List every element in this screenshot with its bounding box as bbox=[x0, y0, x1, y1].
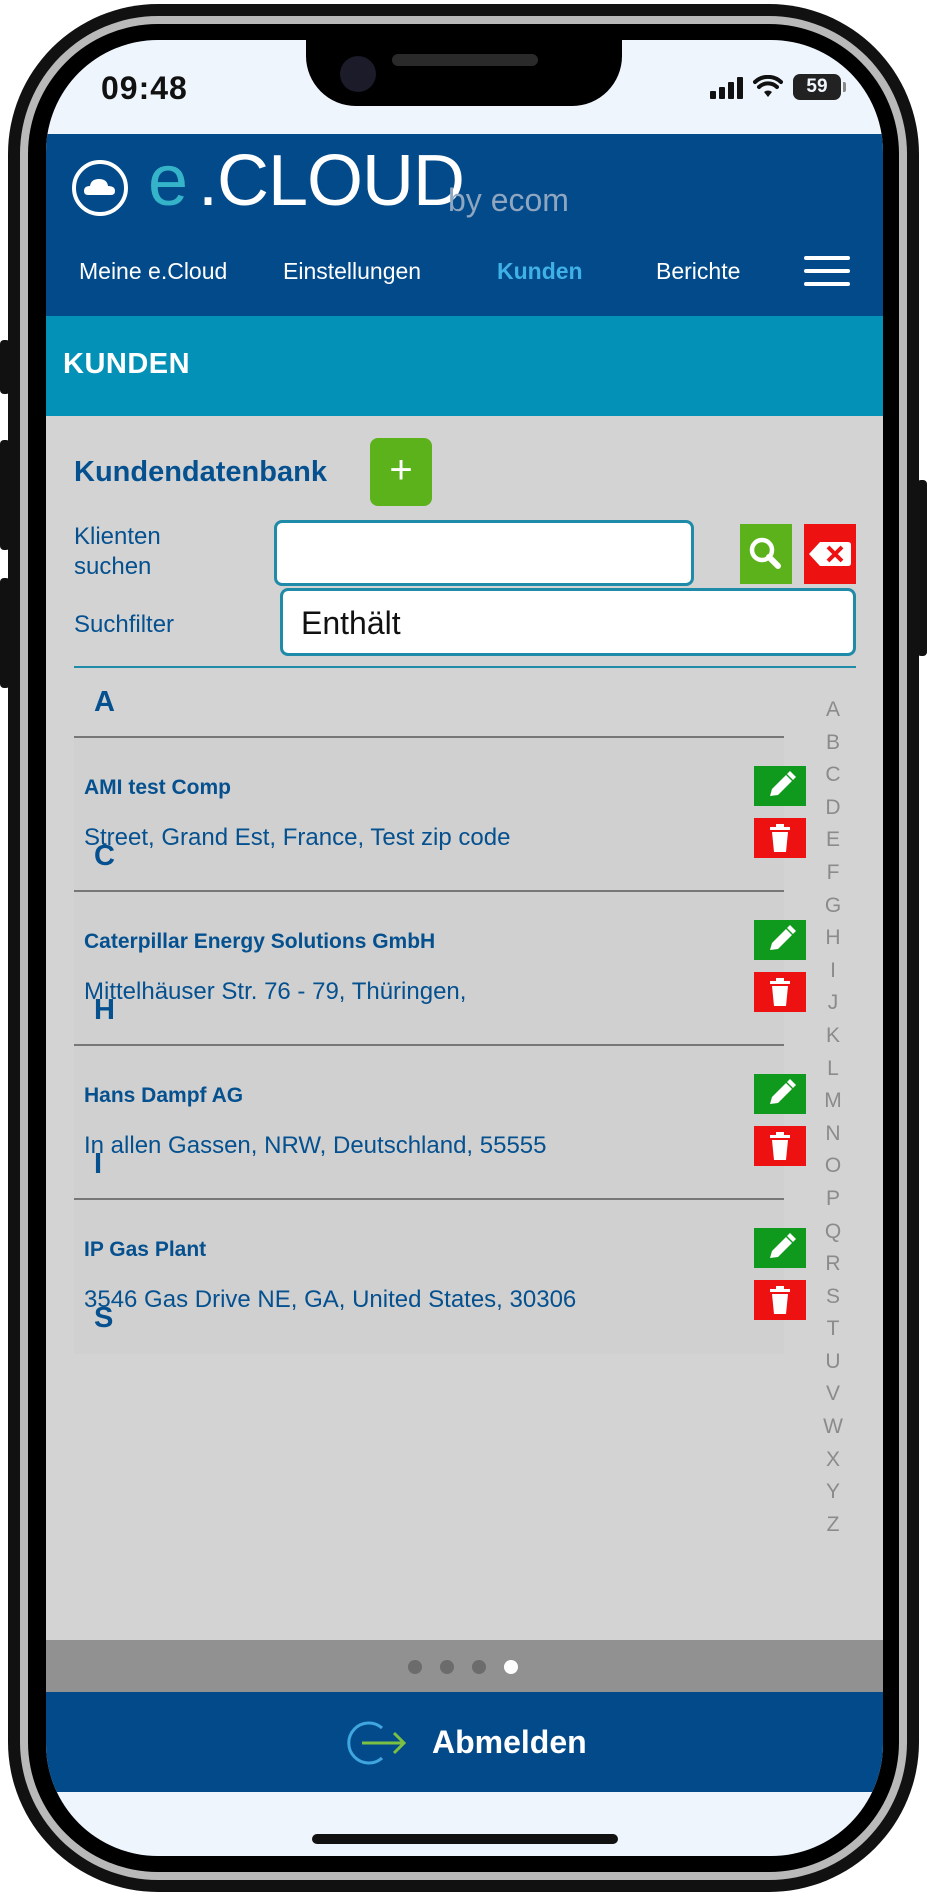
backspace-x-icon bbox=[809, 542, 851, 566]
footer-bar[interactable]: Abmelden bbox=[46, 1692, 883, 1792]
search-input[interactable] bbox=[274, 520, 694, 586]
trash-icon bbox=[770, 1132, 790, 1160]
filter-select[interactable]: Enthält bbox=[280, 588, 856, 656]
trash-icon bbox=[770, 1286, 790, 1314]
page-indicator bbox=[46, 1640, 883, 1692]
logo-by-ecom: by ecom bbox=[448, 182, 569, 218]
content-area: Kundendatenbank + Klienten suchen Suchfi… bbox=[46, 416, 883, 1640]
app-header: e .CLOUD by ecom Meine e.Cloud Einstellu… bbox=[46, 134, 883, 316]
edit-customer-button[interactable] bbox=[754, 766, 806, 806]
alphabet-index: ABCDEFGHIJKLMNOPQRSTUVWXYZ bbox=[816, 698, 850, 1545]
page-title: KUNDEN bbox=[63, 348, 191, 380]
battery-icon: 59 bbox=[793, 74, 846, 100]
alphabet-letter[interactable]: P bbox=[816, 1187, 850, 1220]
logo-wordmark: .CLOUD bbox=[198, 141, 465, 221]
alphabet-letter[interactable]: K bbox=[816, 1024, 850, 1057]
alphabet-letter[interactable]: B bbox=[816, 731, 850, 764]
alphabet-letter[interactable]: I bbox=[816, 959, 850, 992]
home-indicator bbox=[312, 1834, 618, 1844]
nav-einstellungen[interactable]: Einstellungen bbox=[283, 258, 421, 285]
nav-kunden[interactable]: Kunden bbox=[497, 258, 583, 285]
alphabet-letter[interactable]: F bbox=[816, 861, 850, 894]
alphabet-letter[interactable]: G bbox=[816, 894, 850, 927]
edit-customer-button[interactable] bbox=[754, 920, 806, 960]
alphabet-letter[interactable]: T bbox=[816, 1317, 850, 1350]
delete-customer-button[interactable] bbox=[754, 1280, 806, 1320]
search-label: Klienten suchen bbox=[74, 523, 161, 580]
alphabet-letter[interactable]: R bbox=[816, 1252, 850, 1285]
phone-frame: 09:48 59 e .CLOUD by ecom Meine e.Cloud … bbox=[0, 0, 927, 1896]
alphabet-letter[interactable]: U bbox=[816, 1350, 850, 1383]
screen: 09:48 59 e .CLOUD by ecom Meine e.Cloud … bbox=[46, 40, 883, 1856]
pencil-icon bbox=[770, 925, 796, 950]
magnifier-icon bbox=[749, 537, 781, 569]
hamburger-menu-icon[interactable] bbox=[804, 256, 850, 288]
letter-heading: I bbox=[74, 1132, 784, 1200]
add-customer-button[interactable]: + bbox=[370, 438, 432, 506]
delete-customer-button[interactable] bbox=[754, 818, 806, 858]
status-icons: 59 bbox=[710, 74, 846, 100]
delete-customer-button[interactable] bbox=[754, 972, 806, 1012]
alphabet-letter[interactable]: X bbox=[816, 1448, 850, 1481]
wifi-icon bbox=[753, 75, 783, 97]
page-dot[interactable] bbox=[440, 1660, 454, 1674]
clear-search-button[interactable] bbox=[804, 524, 856, 584]
front-camera bbox=[340, 56, 376, 92]
letter-heading: S bbox=[94, 1302, 114, 1334]
page-dot[interactable] bbox=[408, 1660, 422, 1674]
alphabet-letter[interactable]: V bbox=[816, 1382, 850, 1415]
battery-level: 59 bbox=[806, 76, 828, 97]
edit-customer-button[interactable] bbox=[754, 1074, 806, 1114]
logout-button[interactable]: Abmelden bbox=[432, 1724, 587, 1761]
speaker-grille bbox=[392, 54, 538, 66]
status-time: 09:48 bbox=[101, 70, 188, 106]
filter-label: Suchfilter bbox=[74, 611, 175, 638]
nav-berichte[interactable]: Berichte bbox=[656, 258, 740, 285]
search-button[interactable] bbox=[740, 524, 792, 584]
alphabet-letter[interactable]: M bbox=[816, 1089, 850, 1122]
alphabet-letter[interactable]: O bbox=[816, 1154, 850, 1187]
alphabet-letter[interactable]: A bbox=[816, 698, 850, 731]
cellular-signal-icon bbox=[710, 75, 743, 99]
letter-heading: C bbox=[74, 824, 784, 892]
letter-heading: H bbox=[74, 978, 784, 1046]
alphabet-letter[interactable]: Q bbox=[816, 1220, 850, 1253]
list-divider bbox=[74, 666, 856, 668]
main-nav: Meine e.Cloud Einstellungen Kunden Beric… bbox=[46, 252, 883, 302]
letter-heading: A bbox=[74, 670, 784, 738]
alphabet-letter[interactable]: C bbox=[816, 763, 850, 796]
customer-name: Caterpillar Energy Solutions GmbH bbox=[84, 930, 436, 953]
cloud-logo-icon bbox=[72, 160, 128, 216]
customer-name: AMI test Comp bbox=[84, 776, 231, 799]
customer-name: IP Gas Plant bbox=[84, 1238, 207, 1261]
alphabet-letter[interactable]: L bbox=[816, 1057, 850, 1090]
alphabet-letter[interactable]: S bbox=[816, 1285, 850, 1318]
page-dot-active[interactable] bbox=[504, 1660, 518, 1674]
alphabet-letter[interactable]: Z bbox=[816, 1513, 850, 1546]
alphabet-letter[interactable]: J bbox=[816, 991, 850, 1024]
customer-name: Hans Dampf AG bbox=[84, 1084, 244, 1107]
section-bar: KUNDEN bbox=[46, 316, 883, 416]
alphabet-letter[interactable]: E bbox=[816, 828, 850, 861]
pencil-icon bbox=[770, 1233, 796, 1258]
database-title: Kundendatenbank bbox=[74, 456, 327, 488]
logo-e: e bbox=[148, 141, 189, 221]
trash-icon bbox=[770, 978, 790, 1006]
delete-customer-button[interactable] bbox=[754, 1126, 806, 1166]
alphabet-letter[interactable]: Y bbox=[816, 1480, 850, 1513]
pencil-icon bbox=[770, 771, 796, 796]
logout-arrow-icon bbox=[347, 1721, 407, 1765]
trash-icon bbox=[770, 824, 790, 852]
alphabet-letter[interactable]: H bbox=[816, 926, 850, 959]
page-dot[interactable] bbox=[472, 1660, 486, 1674]
alphabet-letter[interactable]: N bbox=[816, 1122, 850, 1155]
alphabet-letter[interactable]: D bbox=[816, 796, 850, 829]
edit-customer-button[interactable] bbox=[754, 1228, 806, 1268]
pencil-icon bbox=[770, 1079, 796, 1104]
nav-meine-ecloud[interactable]: Meine e.Cloud bbox=[79, 258, 227, 285]
alphabet-letter[interactable]: W bbox=[816, 1415, 850, 1448]
